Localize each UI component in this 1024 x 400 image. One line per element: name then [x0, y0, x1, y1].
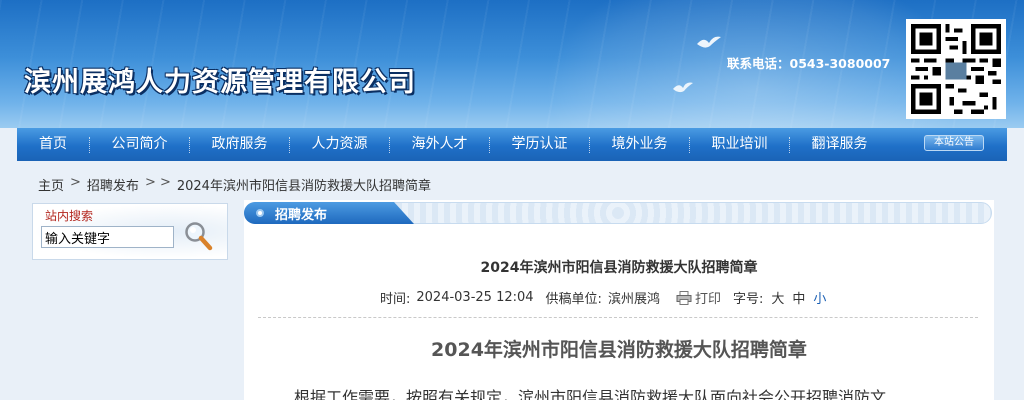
source-value: 滨州展鸿 [607, 292, 660, 307]
panel-tab [244, 202, 414, 224]
time-value: 2024-03-25 12:04 [416, 290, 534, 305]
breadcrumb-current: 2024年滨州市阳信县消防救援大队招聘简章 [176, 179, 431, 194]
nav-item-overseas-business[interactable]: 境外业务 [590, 128, 689, 161]
search-input[interactable] [41, 226, 174, 248]
header-banner: 滨州展鸿人力资源管理有限公司 联系电话：0543-3080007 [0, 0, 1024, 128]
article-meta: 时间: 2024-03-25 12:04 供稿单位: 滨州展鸿 打印 字号: 大… [380, 288, 826, 307]
printer-icon[interactable] [676, 290, 692, 305]
nav-item-hr[interactable]: 人力资源 [290, 128, 389, 161]
qr-code-icon [911, 24, 1001, 114]
source-label: 供稿单位: [545, 292, 602, 307]
bullet-icon [256, 209, 264, 217]
company-name[interactable]: 滨州展鸿人力资源管理有限公司 [24, 60, 416, 99]
breadcrumb-separator: > [70, 175, 81, 190]
font-size-label: 字号: [732, 292, 764, 307]
nav-item-overseas-talent[interactable]: 海外人才 [390, 128, 489, 161]
nav-item-translation[interactable]: 翻译服务 [790, 128, 889, 161]
nav-item-training[interactable]: 职业培训 [690, 128, 789, 161]
font-size-large[interactable]: 大 [771, 288, 784, 307]
article-body-paragraph: 根据工作需要，按照有关规定，滨州市阳信县消防救援大队面向社会公开招聘消防文 [294, 388, 887, 400]
nav-item-home[interactable]: 首页 [17, 128, 89, 161]
site-search-box: 站内搜索 [32, 203, 228, 260]
nav-item-degree-cert[interactable]: 学历认证 [490, 128, 589, 161]
site-notice-button[interactable]: 本站公告 [924, 135, 984, 151]
main-nav: 首页 公司简介 政府服务 人力资源 海外人才 学历认证 境外业务 职业培训 翻译… [17, 128, 1007, 161]
nav-item-government[interactable]: 政府服务 [190, 128, 289, 161]
qr-code [906, 19, 1006, 119]
time-label: 时间: [380, 292, 411, 307]
breadcrumb-section[interactable]: 招聘发布 [87, 175, 139, 194]
breadcrumb-separator: > > [144, 175, 171, 190]
dove-icon [697, 36, 721, 48]
article-body-title: 2024年滨州市阳信县消防救援大队招聘简章 [431, 339, 807, 361]
contact-phone: 联系电话：0543-3080007 [727, 56, 891, 71]
font-size-small[interactable]: 小 [813, 288, 826, 307]
panel-tab-label: 招聘发布 [275, 208, 328, 223]
divider [258, 317, 978, 318]
breadcrumb: 主页 > 招聘发布 > > 2024年滨州市阳信县消防救援大队招聘简章 [38, 175, 431, 194]
search-title: 站内搜索 [45, 209, 94, 223]
nav-item-about[interactable]: 公司简介 [90, 128, 189, 161]
article-title: 2024年滨州市阳信县消防救援大队招聘简章 [480, 260, 758, 276]
print-link[interactable]: 打印 [695, 288, 721, 307]
breadcrumb-home[interactable]: 主页 [38, 175, 64, 194]
font-size-medium[interactable]: 中 [792, 288, 805, 307]
search-icon[interactable] [183, 220, 213, 252]
dove-icon [673, 82, 693, 93]
